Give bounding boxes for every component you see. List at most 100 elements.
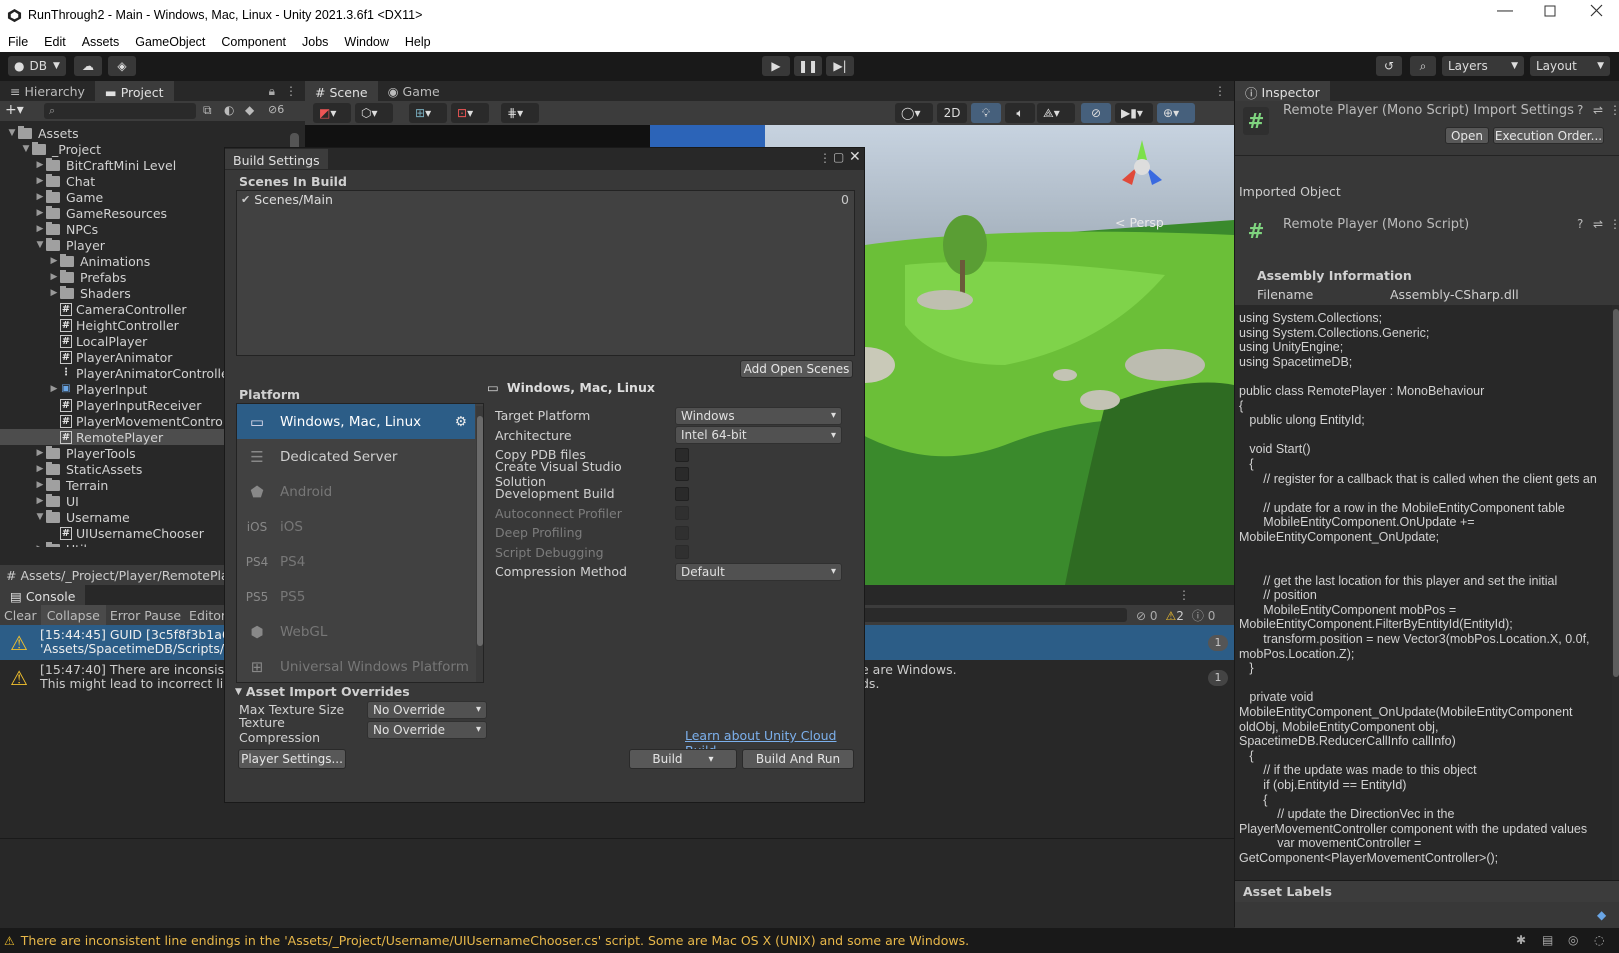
grid-toggle-button[interactable]: ⋕ ▾ xyxy=(501,103,539,123)
kebab-menu-icon[interactable]: ⋮ xyxy=(819,151,831,165)
target-platform-dropdown[interactable]: Windows xyxy=(675,406,842,425)
search-button[interactable]: ⌕ xyxy=(1410,56,1436,76)
tab-project[interactable]: ▬ Project xyxy=(94,81,174,101)
menu-jobs[interactable]: Jobs xyxy=(302,35,328,49)
help-icon[interactable]: ? xyxy=(1577,103,1583,117)
collapsed-arrow-icon[interactable]: ▶ xyxy=(34,192,46,202)
menu-window[interactable]: Window xyxy=(344,35,388,49)
collapsed-arrow-icon[interactable]: ▶ xyxy=(48,288,60,298)
platform-item[interactable]: ⬟ Android xyxy=(237,474,475,509)
tab-hierarchy[interactable]: ≡ Hierarchy xyxy=(0,81,95,101)
progress-icon[interactable]: ◌ xyxy=(1594,933,1604,947)
kebab-menu-icon[interactable]: ⋮ xyxy=(1214,84,1226,98)
open-button[interactable]: Open xyxy=(1445,127,1489,144)
clear-button[interactable]: Clear xyxy=(0,605,41,625)
play-button[interactable]: ▶ xyxy=(762,56,790,76)
error-pause-button[interactable]: Error Pause xyxy=(106,605,185,625)
maximize-icon[interactable] xyxy=(1544,5,1556,17)
pause-button[interactable]: ❚❚ xyxy=(794,56,822,76)
bug-icon[interactable]: ✱ xyxy=(1516,933,1526,947)
label-tag-icon[interactable]: ◆ xyxy=(1597,908,1606,922)
scene-row[interactable]: ✔ Scenes/Main 0 xyxy=(237,191,854,208)
add-open-scenes-button[interactable]: Add Open Scenes xyxy=(740,360,853,378)
2d-toggle[interactable]: 2D xyxy=(937,103,967,123)
layout-dropdown[interactable]: Layout ▼ xyxy=(1530,56,1610,76)
add-icon[interactable]: +▾ xyxy=(5,102,24,118)
kebab-menu-icon[interactable]: ⋮ xyxy=(1609,217,1619,231)
grid-snap-button[interactable]: ⊞ ▾ xyxy=(409,103,447,123)
collapsed-arrow-icon[interactable]: ▶ xyxy=(34,544,46,547)
expanded-arrow-icon[interactable]: ▼ xyxy=(6,128,18,138)
platform-item[interactable]: PS4 PS4 xyxy=(237,544,475,579)
asset-labels-bar[interactable]: Asset Labels xyxy=(1235,880,1619,902)
status-bar[interactable]: ⚠ There are inconsistent line endings in… xyxy=(0,928,1619,953)
collapsed-arrow-icon[interactable]: ▶ xyxy=(34,160,46,170)
cloud-button[interactable]: ☁ xyxy=(74,56,102,76)
menu-edit[interactable]: Edit xyxy=(44,35,66,49)
hidden-packages-icon[interactable]: ⊘6 xyxy=(268,103,284,116)
platform-item[interactable]: ▭ Windows, Mac, Linux ⚙ xyxy=(237,404,475,439)
build-option-checkbox[interactable] xyxy=(675,486,689,501)
draw-mode-button[interactable]: ◩ ▾ xyxy=(313,103,351,123)
player-settings-button[interactable]: Player Settings... xyxy=(238,749,346,769)
visibility-toggle[interactable]: ⊘ xyxy=(1081,103,1111,123)
platform-item[interactable]: ⊞ Universal Windows Platform xyxy=(237,649,475,682)
project-search-input[interactable]: ⌕ xyxy=(44,103,196,119)
menu-help[interactable]: Help xyxy=(405,35,431,49)
tab-inspector[interactable]: ⓘ Inspector xyxy=(1235,81,1330,101)
close-icon[interactable] xyxy=(1590,4,1603,17)
audio-toggle[interactable]: 🔈︎ xyxy=(1005,103,1035,123)
kebab-menu-icon[interactable]: ⋮ xyxy=(285,84,297,98)
execution-order-button[interactable]: Execution Order... xyxy=(1493,127,1604,144)
effects-button[interactable]: ⟁ ▾ xyxy=(1037,103,1075,123)
scene-orientation-gizmo[interactable] xyxy=(1107,135,1177,195)
platform-item[interactable]: iOS iOS xyxy=(237,509,475,544)
platform-scrollbar[interactable] xyxy=(476,406,483,682)
close-icon[interactable]: ✕ xyxy=(849,149,861,165)
lighting-toggle[interactable]: 💡︎ xyxy=(971,103,1001,123)
collapsed-arrow-icon[interactable]: ▶ xyxy=(34,496,46,506)
inspector-scrollbar[interactable] xyxy=(1612,305,1619,953)
menu-component[interactable]: Component xyxy=(221,35,286,49)
max-texture-dropdown[interactable]: No Override xyxy=(367,700,487,719)
collapsed-arrow-icon[interactable]: ▶ xyxy=(34,224,46,234)
lock-icon[interactable]: 🔒︎ xyxy=(269,84,275,99)
expanded-arrow-icon[interactable]: ▼ xyxy=(34,240,46,250)
expanded-arrow-icon[interactable]: ▼ xyxy=(34,512,46,522)
maximize-icon[interactable]: ▢ xyxy=(833,150,844,164)
gizmo-mode-button[interactable]: ◯ ▾ xyxy=(895,103,933,123)
collapsed-arrow-icon[interactable]: ▶ xyxy=(48,272,60,282)
menu-assets[interactable]: Assets xyxy=(82,35,120,49)
texture-compression-dropdown[interactable]: No Override xyxy=(367,720,487,739)
auto-generate-lighting-icon[interactable]: ◎ xyxy=(1568,933,1578,947)
collapsed-arrow-icon[interactable]: ▶ xyxy=(34,208,46,218)
build-and-run-button[interactable]: Build And Run xyxy=(742,749,854,769)
chevron-down-icon[interactable]: ▾ xyxy=(709,754,714,765)
camera-button[interactable]: ▶▮ ▾ xyxy=(1115,103,1153,123)
asset-import-overrides-header[interactable]: ▼ Asset Import Overrides xyxy=(235,684,410,699)
compression-dropdown[interactable]: Default xyxy=(675,562,842,581)
tab-scene[interactable]: # Scene xyxy=(305,81,378,101)
warning-count-icon[interactable]: ⚠2 xyxy=(1166,609,1184,623)
preset-icon[interactable]: ⇌ xyxy=(1593,103,1603,117)
collapsed-arrow-icon[interactable]: ▶ xyxy=(34,464,46,474)
gizmos-button[interactable]: ⊕ ▾ xyxy=(1157,103,1195,123)
build-button[interactable]: Build ▾ xyxy=(629,749,737,769)
tab-console[interactable]: ▤ Console xyxy=(0,585,86,605)
expanded-arrow-icon[interactable]: ▼ xyxy=(20,144,32,154)
tab-game[interactable]: ◉ Game xyxy=(378,81,450,101)
collapse-button[interactable]: Collapse xyxy=(40,605,106,625)
snap-increment-button[interactable]: ⊡ ▾ xyxy=(451,103,489,123)
platform-item[interactable]: PS5 PS5 xyxy=(237,579,475,614)
persp-label[interactable]: < Persp xyxy=(1115,215,1164,230)
build-option-checkbox[interactable] xyxy=(675,447,689,462)
preset-icon[interactable]: ⇌ xyxy=(1593,217,1603,231)
console-search-input[interactable] xyxy=(862,608,1127,622)
build-option-checkbox[interactable] xyxy=(675,467,689,482)
filter-type-icon[interactable]: ⧉ xyxy=(203,103,212,118)
filter-label-icon[interactable]: ◐ xyxy=(224,103,234,117)
history-button[interactable]: ↺ xyxy=(1376,56,1402,76)
minimize-icon[interactable]: — xyxy=(1497,2,1513,20)
platform-item[interactable]: ⬢ WebGL xyxy=(237,614,475,649)
collapsed-arrow-icon[interactable]: ▶ xyxy=(34,480,46,490)
